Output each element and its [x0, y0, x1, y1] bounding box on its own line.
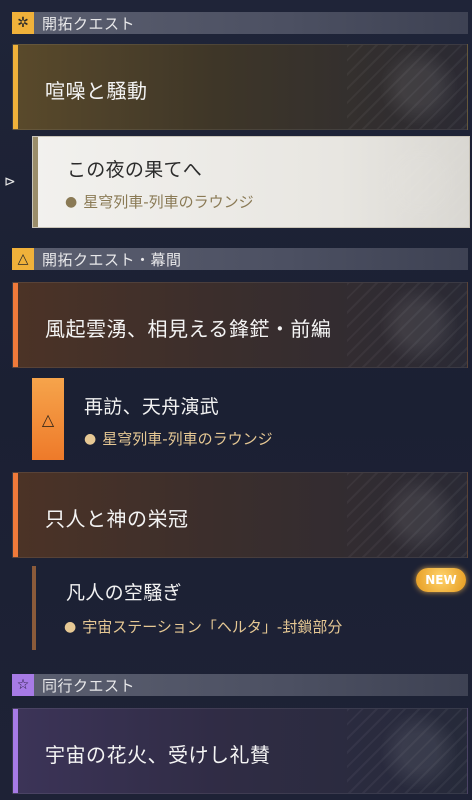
section-header-trailblaze: ✲ 開拓クエスト	[12, 12, 468, 34]
new-badge: NEW	[416, 568, 466, 592]
triangle-star-icon: △	[12, 248, 34, 270]
selected-indicator-icon: ⊳	[4, 174, 16, 190]
quest-item[interactable]: △ 再訪、天舟演武 ● 星穹列車-列車のラウンジ	[32, 376, 468, 462]
quest-location: ● 星穹列車-列車のラウンジ	[84, 428, 273, 449]
quest-item[interactable]: 凡人の空騒ぎ ● 宇宙ステーション「ヘルタ」-封鎖部分	[32, 566, 468, 652]
section-header-companion: ☆ 同行クエスト	[12, 674, 468, 696]
quest-title: 再訪、天舟演武	[84, 396, 220, 418]
quest-location: ● 星穹列車-列車のラウンジ	[65, 191, 254, 212]
decorative-emblem	[347, 709, 467, 793]
section-title: 開拓クエスト	[42, 14, 136, 33]
accent-bar	[32, 566, 36, 650]
quest-label: 喧噪と騒動	[45, 79, 148, 103]
decorative-emblem	[347, 473, 467, 557]
quest-location: ● 宇宙ステーション「ヘルタ」-封鎖部分	[64, 616, 342, 637]
accent-bar	[33, 137, 38, 227]
decorative-emblem	[349, 137, 469, 227]
quest-title: 凡人の空騒ぎ	[66, 582, 182, 604]
quest-item-selected[interactable]: この夜の果てへ ● 星穹列車-列車のラウンジ	[32, 136, 470, 228]
quest-label: 風起雲湧、相見える鋒鋩・前編	[45, 317, 332, 341]
quest-label: 宇宙の花火、受けし礼賛	[45, 743, 271, 767]
accent-bar	[13, 709, 18, 793]
accent-bar	[13, 45, 18, 129]
quest-row-interlude[interactable]: 只人と神の栄冠	[12, 472, 468, 558]
decorative-emblem	[347, 283, 467, 367]
accent-bar	[13, 283, 18, 367]
quest-label: 只人と神の栄冠	[45, 507, 189, 531]
location-pin-icon: ●	[65, 193, 78, 210]
quest-row-interlude[interactable]: 風起雲湧、相見える鋒鋩・前編	[12, 282, 468, 368]
star-icon: ☆	[12, 674, 34, 696]
quest-type-badge: △	[32, 378, 64, 460]
location-pin-icon: ●	[84, 430, 97, 447]
location-text: 星穹列車-列車のラウンジ	[83, 193, 254, 211]
location-text: 宇宙ステーション「ヘルタ」-封鎖部分	[82, 618, 343, 636]
section-header-interlude: △ 開拓クエスト・幕間	[12, 248, 468, 270]
accent-bar	[13, 473, 18, 557]
location-text: 星穹列車-列車のラウンジ	[102, 430, 273, 448]
quest-row-main[interactable]: 喧噪と騒動	[12, 44, 468, 130]
section-title: 開拓クエスト・幕間	[42, 250, 182, 269]
location-pin-icon: ●	[64, 618, 77, 635]
quest-row-companion[interactable]: 宇宙の花火、受けし礼賛	[12, 708, 468, 794]
quest-title: この夜の果てへ	[67, 159, 203, 181]
compass-icon: ✲	[12, 12, 34, 34]
decorative-emblem	[347, 45, 467, 129]
section-title: 同行クエスト	[42, 676, 136, 695]
triangle-star-icon: △	[41, 409, 55, 429]
